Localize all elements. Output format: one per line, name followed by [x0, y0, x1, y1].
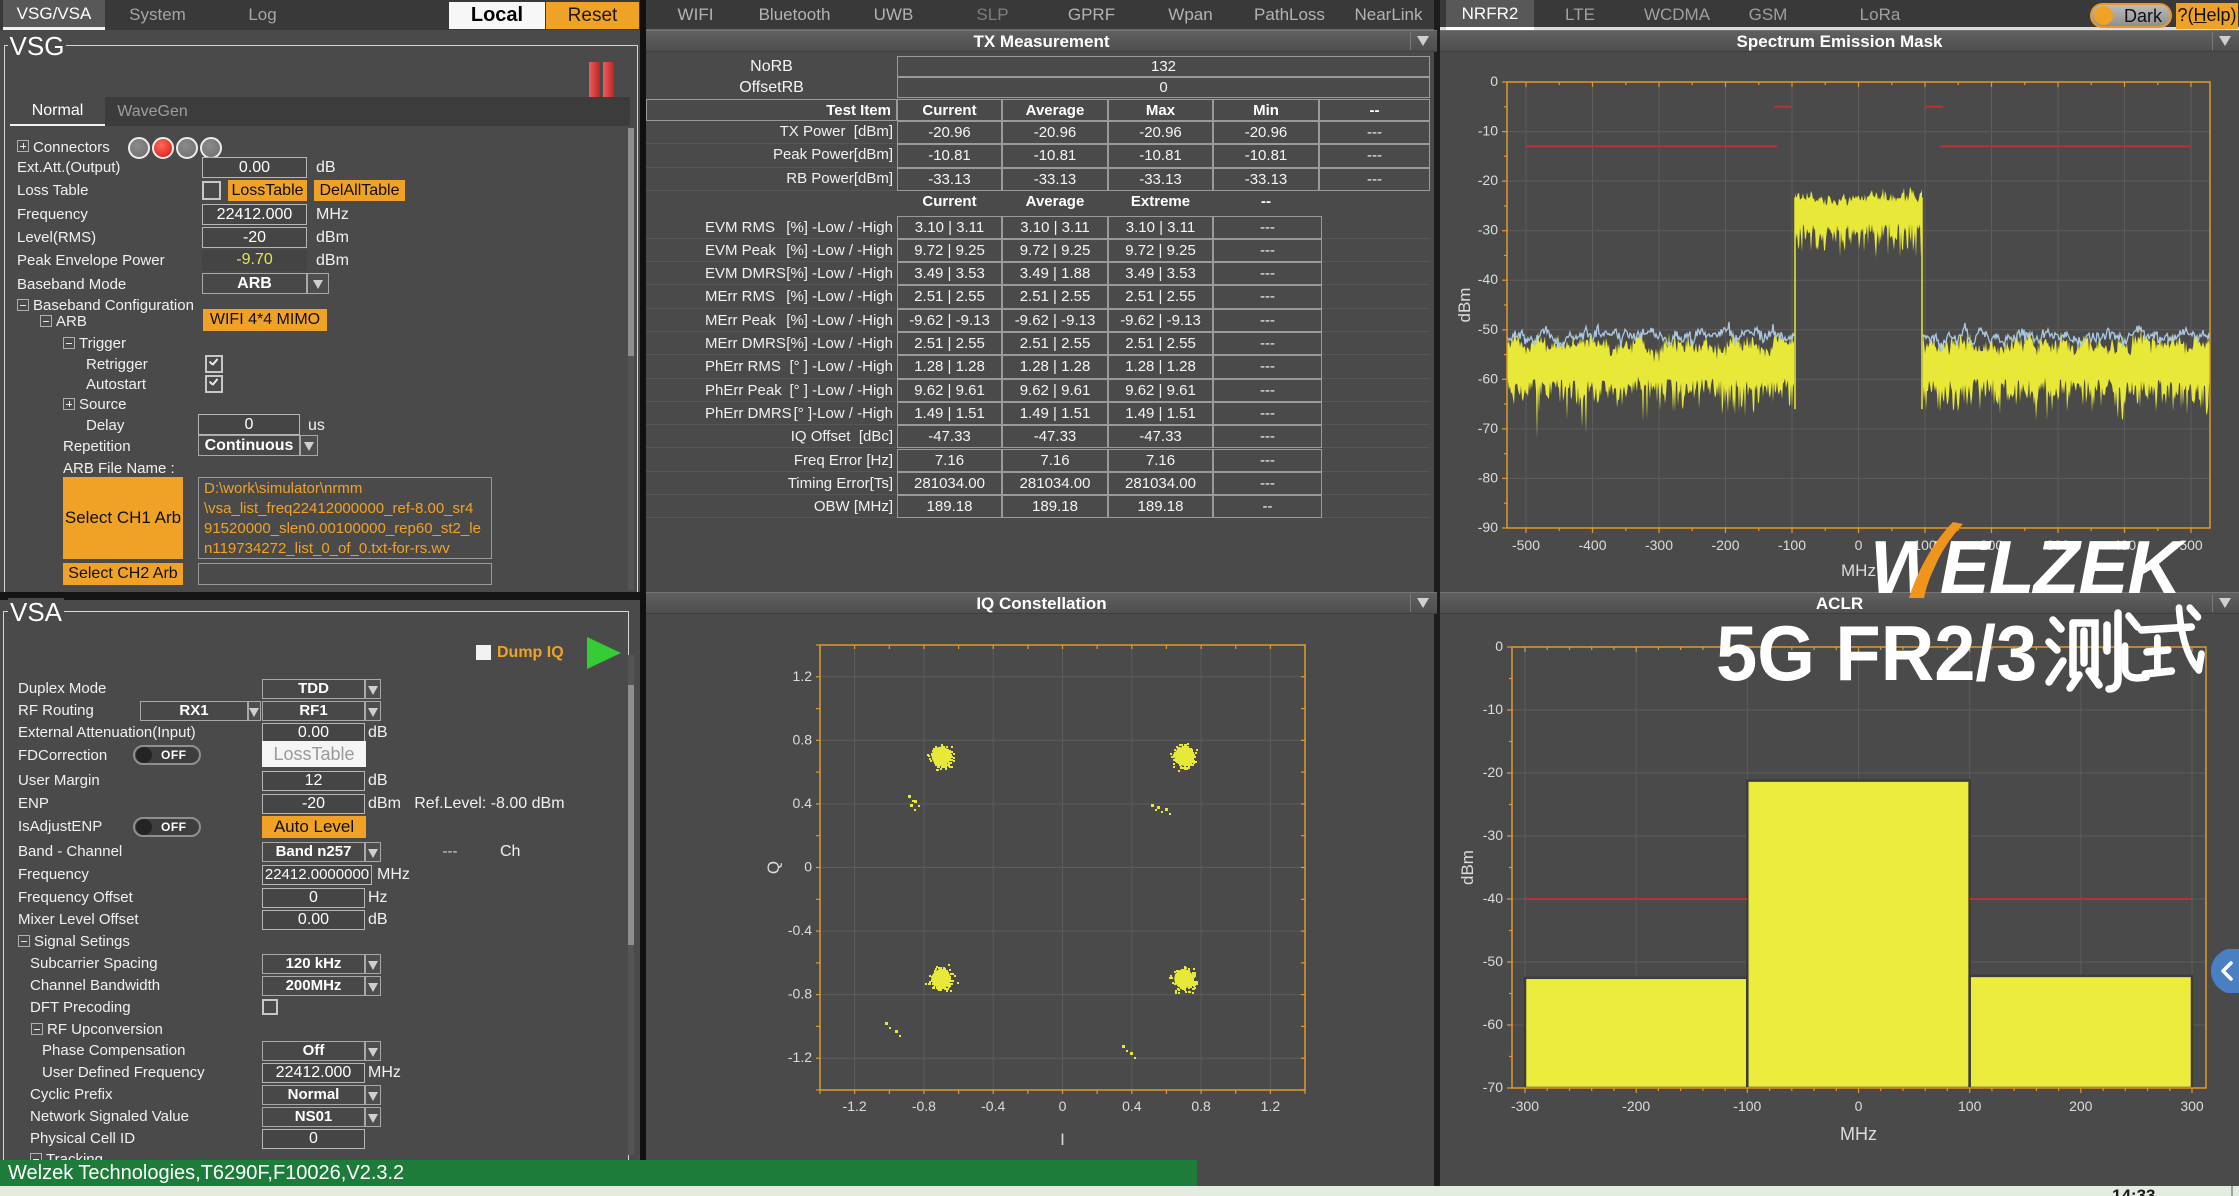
svg-text:1.2: 1.2	[793, 668, 813, 684]
svg-text:0: 0	[1490, 73, 1498, 89]
svg-text:-40: -40	[1478, 271, 1498, 287]
svg-text:-80: -80	[1478, 469, 1498, 485]
svg-text:0.4: 0.4	[1122, 1098, 1142, 1114]
svg-text:0.4: 0.4	[793, 795, 813, 811]
svg-text:-100: -100	[1733, 1098, 1761, 1114]
svg-text:-500: -500	[1512, 537, 1540, 553]
svg-text:200: 200	[2069, 1098, 2093, 1114]
svg-text:-200: -200	[1622, 1098, 1650, 1114]
svg-text:0: 0	[1059, 1098, 1067, 1114]
svg-text:-300: -300	[1511, 1098, 1539, 1114]
svg-text:-50: -50	[1478, 321, 1498, 337]
svg-text:0: 0	[1855, 1098, 1863, 1114]
svg-text:-30: -30	[1483, 827, 1503, 843]
svg-text:-0.8: -0.8	[912, 1098, 936, 1114]
svg-text:-60: -60	[1483, 1016, 1503, 1032]
svg-text:Q: Q	[764, 861, 783, 874]
svg-text:-20: -20	[1483, 764, 1503, 780]
svg-text:-10: -10	[1478, 123, 1498, 139]
svg-text:-30: -30	[1478, 222, 1498, 238]
svg-text:-1.2: -1.2	[843, 1098, 867, 1114]
svg-text:0: 0	[1855, 537, 1863, 553]
svg-text:MHz: MHz	[1840, 1124, 1877, 1144]
svg-text:-70: -70	[1483, 1079, 1503, 1095]
svg-text:-0.4: -0.4	[788, 922, 812, 938]
svg-text:-0.8: -0.8	[788, 986, 812, 1002]
svg-text:0: 0	[804, 859, 812, 875]
svg-text:dBm: dBm	[1458, 850, 1477, 885]
svg-text:-60: -60	[1478, 370, 1498, 386]
svg-text:100: 100	[1958, 1098, 1982, 1114]
svg-text:-200: -200	[1711, 537, 1739, 553]
svg-text:-300: -300	[1645, 537, 1673, 553]
svg-text:-10: -10	[1483, 701, 1503, 717]
svg-text:-40: -40	[1483, 890, 1503, 906]
svg-text:I: I	[1060, 1130, 1065, 1149]
svg-text:0: 0	[1495, 638, 1503, 654]
svg-text:-70: -70	[1478, 420, 1498, 436]
svg-text:-0.4: -0.4	[981, 1098, 1005, 1114]
svg-text:0.8: 0.8	[1191, 1098, 1211, 1114]
svg-text:-20: -20	[1478, 172, 1498, 188]
svg-text:-50: -50	[1483, 953, 1503, 969]
svg-text:-400: -400	[1578, 537, 1606, 553]
svg-text:0.8: 0.8	[793, 731, 813, 747]
svg-text:-100: -100	[1778, 537, 1806, 553]
svg-text:1.2: 1.2	[1261, 1098, 1281, 1114]
svg-text:-90: -90	[1478, 519, 1498, 535]
svg-text:-1.2: -1.2	[788, 1049, 812, 1065]
svg-text:dBm: dBm	[1455, 288, 1474, 323]
svg-text:300: 300	[2180, 1098, 2204, 1114]
